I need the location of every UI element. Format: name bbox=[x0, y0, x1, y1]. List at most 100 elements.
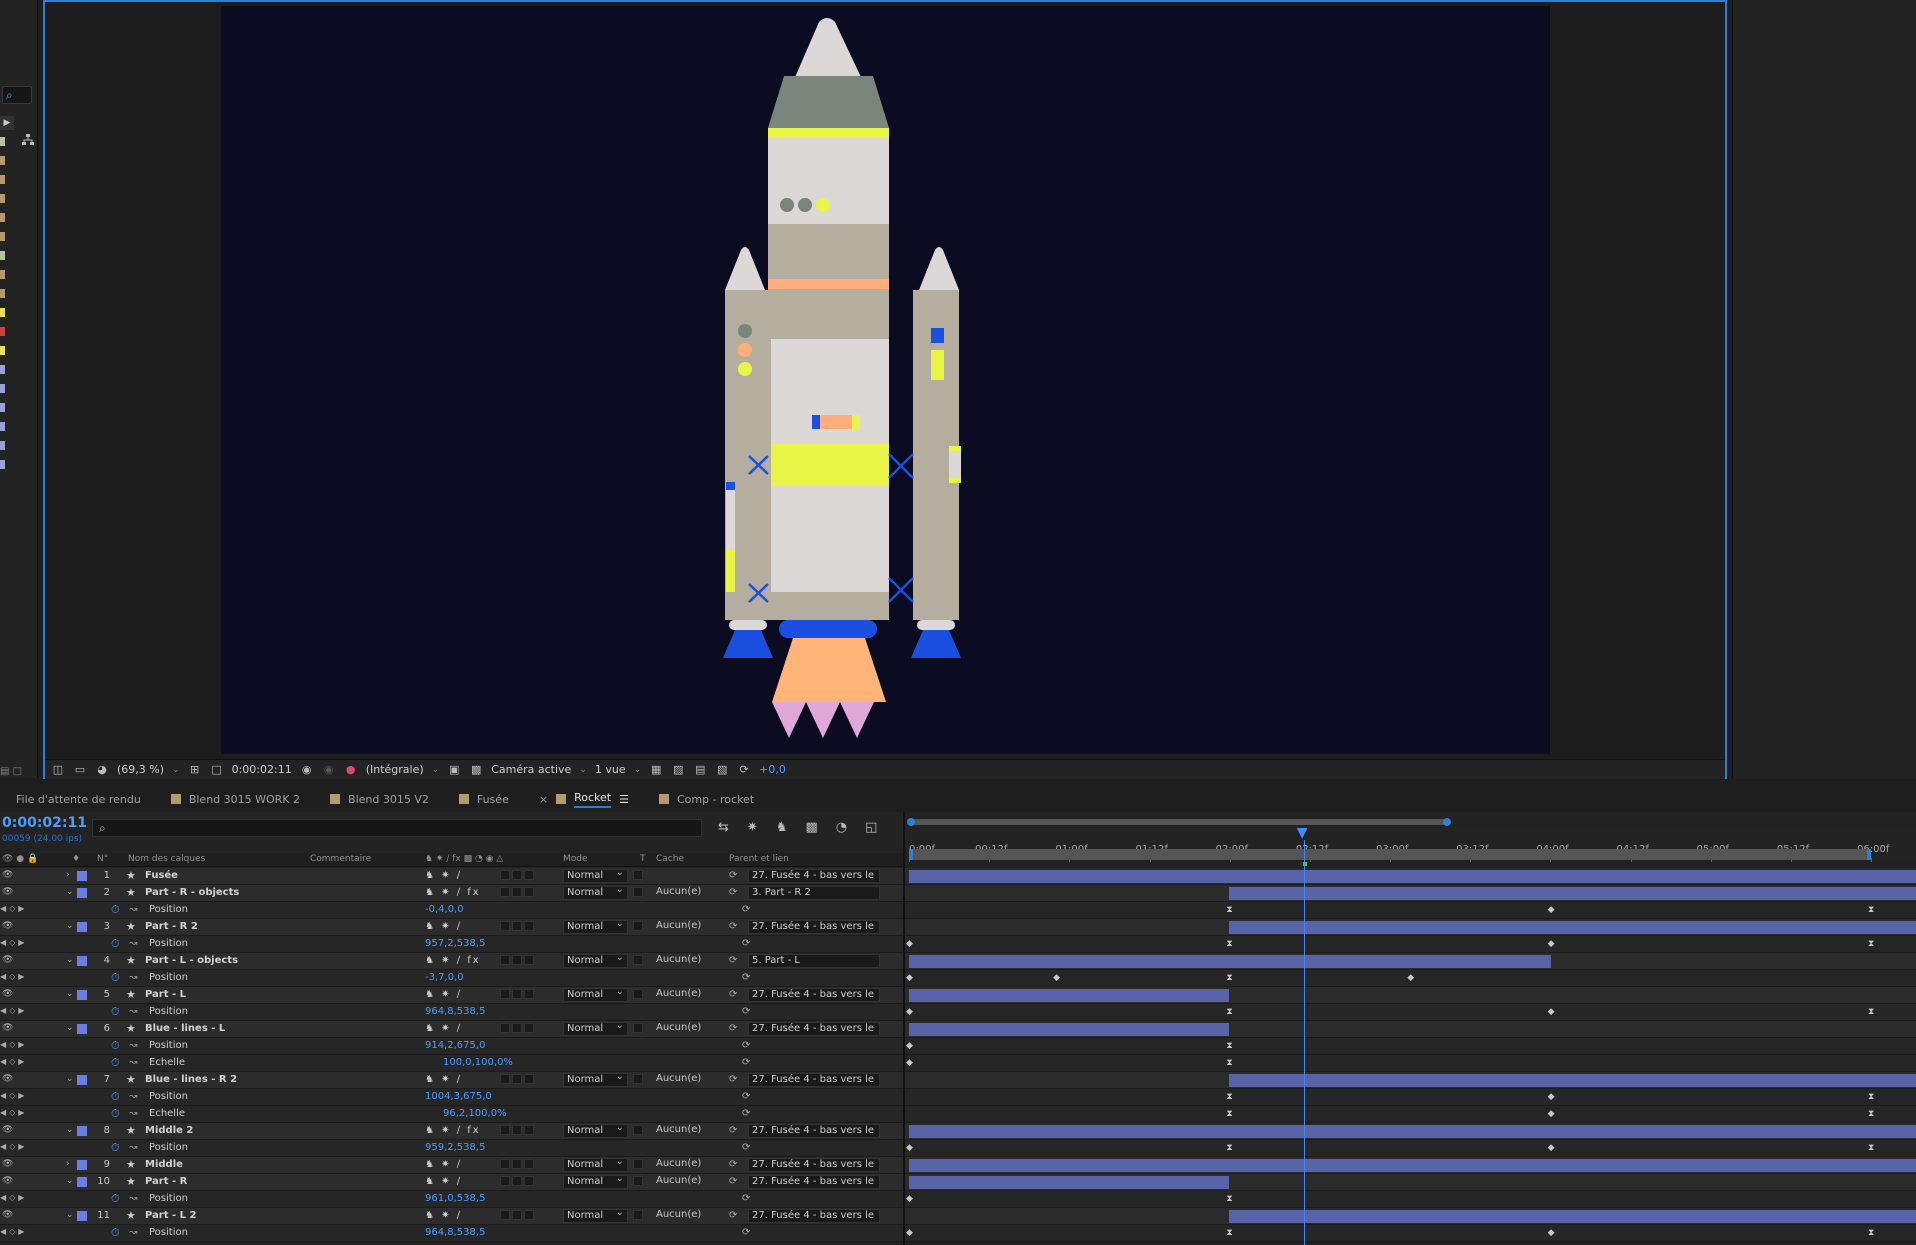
layer-duration-bar[interactable] bbox=[1229, 921, 1916, 934]
layer-switches[interactable]: ♞ ✷ ∕ fx bbox=[425, 1125, 481, 1136]
layer-row[interactable]: 👁 › 9 ★ Middle ♞ ✷ ∕ Normal Aucun(e) ⟳ 27. Fusée … bbox=[0, 1156, 903, 1174]
chevron-down-icon[interactable]: ⌄ bbox=[66, 1210, 74, 1220]
keyframe-navigator-icon[interactable]: ◀◇▶ bbox=[0, 1227, 27, 1236]
layer-toggle-boxes[interactable] bbox=[500, 1176, 536, 1187]
layer-name[interactable]: Middle bbox=[145, 1159, 183, 1170]
blend-mode-dropdown[interactable]: Normal bbox=[563, 1156, 628, 1172]
keyframe-navigator-icon[interactable]: ◀◇▶ bbox=[0, 972, 27, 981]
stopwatch-icon[interactable]: ⏱ bbox=[111, 903, 120, 917]
transparency-grid-icon[interactable]: ▩ bbox=[469, 763, 483, 776]
keyframe-diamond-icon[interactable]: ◆ bbox=[906, 1008, 914, 1017]
pick-whip-icon[interactable]: ⟳ bbox=[729, 870, 737, 881]
blend-mode-dropdown[interactable]: Normal bbox=[563, 986, 628, 1002]
layer-name[interactable]: Middle 2 bbox=[145, 1125, 193, 1136]
layer-switches[interactable]: ♞ ✷ ∕ bbox=[425, 989, 462, 1000]
layer-name[interactable]: Part - R - objects bbox=[145, 887, 239, 898]
visibility-eye-icon[interactable]: 👁 bbox=[2, 1176, 13, 1186]
property-row[interactable]: ◀◇▶ ⏱ ↝ Position 957,2,538,5 ⟳ bbox=[0, 936, 903, 953]
keyframe-diamond-icon[interactable]: ⧗ bbox=[1868, 1110, 1876, 1119]
keyframe-diamond-icon[interactable]: ◆ bbox=[906, 1059, 914, 1068]
preserve-transparency-box[interactable] bbox=[633, 955, 645, 966]
chevron-down-icon[interactable]: ⌄ bbox=[66, 921, 74, 931]
graph-icon[interactable]: ↝ bbox=[129, 904, 137, 915]
keyframe-diamond-icon[interactable]: ⧗ bbox=[1226, 974, 1234, 983]
keyframe-diamond-icon[interactable]: ◆ bbox=[1407, 974, 1415, 983]
layer-row[interactable]: 👁 › 1 ★ Fusée ♞ ✷ ∕ Normal ⟳ 27. Fusée 4 - bas v… bbox=[0, 867, 903, 885]
graph-icon[interactable]: ↝ bbox=[129, 938, 137, 949]
property-row[interactable]: ◀◇▶ ⏱ ↝ Echelle 100,0,100,0% ⟳ bbox=[0, 1055, 903, 1072]
layer-track[interactable] bbox=[905, 1123, 1916, 1140]
graph-icon[interactable]: ↝ bbox=[129, 1091, 137, 1102]
keyframe-navigator-icon[interactable]: ◀◇▶ bbox=[0, 1040, 27, 1049]
layer-row[interactable]: 👁 ⌄ 3 ★ Part - R 2 ♞ ✷ ∕ Normal Aucun(e) ⟳ 27. Fu… bbox=[0, 918, 903, 936]
layer-toggle-boxes[interactable] bbox=[500, 1159, 536, 1170]
layer-name[interactable]: Fusée bbox=[145, 870, 178, 881]
label-color-swatch[interactable] bbox=[77, 1024, 87, 1034]
stopwatch-icon[interactable]: ⏱ bbox=[111, 1090, 120, 1104]
close-icon[interactable]: × bbox=[539, 793, 548, 806]
layer-toggle-boxes[interactable] bbox=[500, 921, 536, 932]
visibility-eye-icon[interactable]: 👁 bbox=[2, 1074, 13, 1084]
track-matte-dropdown[interactable]: Aucun(e) bbox=[656, 1175, 716, 1189]
keyframe-diamond-icon[interactable]: ⧗ bbox=[1226, 1008, 1234, 1017]
blend-mode-dropdown[interactable]: Normal bbox=[563, 867, 628, 883]
camera-dropdown[interactable]: Caméra active bbox=[491, 763, 571, 776]
menu-icon[interactable]: ☰ bbox=[619, 793, 629, 806]
chevron-down-icon[interactable]: ⌄ bbox=[172, 765, 180, 775]
resolution-dropdown[interactable]: (Intégrale) bbox=[366, 763, 424, 776]
track-matte-dropdown[interactable]: Aucun(e) bbox=[656, 1022, 716, 1036]
blend-mode-dropdown[interactable]: Normal bbox=[563, 884, 628, 900]
keyframe-navigator-icon[interactable]: ◀◇▶ bbox=[0, 1142, 27, 1151]
graph-icon[interactable]: ↝ bbox=[129, 1193, 137, 1204]
preserve-transparency-box[interactable] bbox=[633, 1210, 645, 1221]
keyframe-navigator-icon[interactable]: ◀◇▶ bbox=[0, 1091, 27, 1100]
pick-whip-icon[interactable]: ⟳ bbox=[729, 989, 737, 1000]
graph-icon[interactable]: ↝ bbox=[129, 1040, 137, 1051]
pick-whip-icon[interactable]: ⟳ bbox=[742, 1057, 750, 1068]
chevron-down-icon[interactable]: ⌄ bbox=[634, 765, 642, 775]
layer-duration-bar[interactable] bbox=[909, 1023, 1230, 1036]
layer-switches[interactable]: ♞ ✷ ∕ bbox=[425, 870, 462, 881]
visibility-eye-icon[interactable]: 👁 bbox=[2, 921, 13, 931]
track-matte-dropdown[interactable]: Aucun(e) bbox=[656, 1209, 716, 1223]
stopwatch-icon[interactable]: ⏱ bbox=[111, 1226, 120, 1240]
property-row[interactable]: ◀◇▶ ⏱ ↝ Position 959,2,538,5 ⟳ bbox=[0, 1140, 903, 1157]
grid-icon[interactable]: ⊞ bbox=[188, 763, 202, 776]
preserve-transparency-box[interactable] bbox=[633, 1176, 645, 1187]
column-parent[interactable]: Parent et lien bbox=[729, 854, 789, 864]
pick-whip-icon[interactable]: ⟳ bbox=[742, 1040, 750, 1051]
pick-whip-icon[interactable]: ⟳ bbox=[742, 1091, 750, 1102]
layer-track[interactable] bbox=[905, 953, 1916, 970]
layer-toggle-boxes[interactable] bbox=[500, 989, 536, 1000]
label-color-swatch[interactable] bbox=[77, 1126, 87, 1136]
show-snapshot-icon[interactable]: ◉ bbox=[322, 763, 336, 776]
property-row[interactable]: ◀◇▶ ⏱ ↝ Position 1004,3,675,0 ⟳ bbox=[0, 1089, 903, 1106]
parent-dropdown[interactable]: 27. Fusée 4 - bas vers le bbox=[748, 920, 880, 934]
graph-icon[interactable]: ↝ bbox=[129, 1227, 137, 1238]
layer-track[interactable] bbox=[905, 1174, 1916, 1191]
stopwatch-icon[interactable]: ⏱ bbox=[111, 1039, 120, 1053]
shy-layers-icon[interactable]: ♞ bbox=[776, 820, 788, 835]
chevron-down-icon[interactable]: ⌄ bbox=[66, 887, 74, 897]
keyframe-diamond-icon[interactable]: ⧗ bbox=[1868, 1144, 1876, 1153]
keyframe-diamond-icon[interactable]: ⧗ bbox=[1868, 1229, 1876, 1238]
label-color-swatch[interactable] bbox=[77, 871, 87, 881]
pick-whip-icon[interactable]: ⟳ bbox=[729, 887, 737, 898]
current-time-display[interactable]: 0:00:02:11 bbox=[2, 815, 87, 831]
flowchart-icon[interactable] bbox=[22, 134, 34, 146]
graph-icon[interactable]: ↝ bbox=[129, 1057, 137, 1068]
preserve-transparency-box[interactable] bbox=[633, 1074, 645, 1085]
layer-track[interactable] bbox=[905, 1021, 1916, 1038]
layer-name[interactable]: Part - L - objects bbox=[145, 955, 238, 966]
keyframe-diamond-icon[interactable]: ⧗ bbox=[1226, 906, 1234, 915]
visibility-eye-icon[interactable]: 👁 bbox=[2, 955, 13, 965]
graph-icon[interactable]: ↝ bbox=[129, 1108, 137, 1119]
pick-whip-icon[interactable]: ⟳ bbox=[742, 1193, 750, 1204]
keyframe-diamond-icon[interactable]: ◆ bbox=[1548, 1110, 1556, 1119]
layer-duration-bar[interactable] bbox=[1229, 887, 1916, 900]
preserve-transparency-box[interactable] bbox=[633, 1159, 645, 1170]
preserve-transparency-box[interactable] bbox=[633, 921, 645, 932]
preserve-transparency-box[interactable] bbox=[633, 989, 645, 1000]
parent-dropdown[interactable]: 27. Fusée 4 - bas vers le bbox=[748, 1209, 880, 1223]
pick-whip-icon[interactable]: ⟳ bbox=[742, 972, 750, 983]
